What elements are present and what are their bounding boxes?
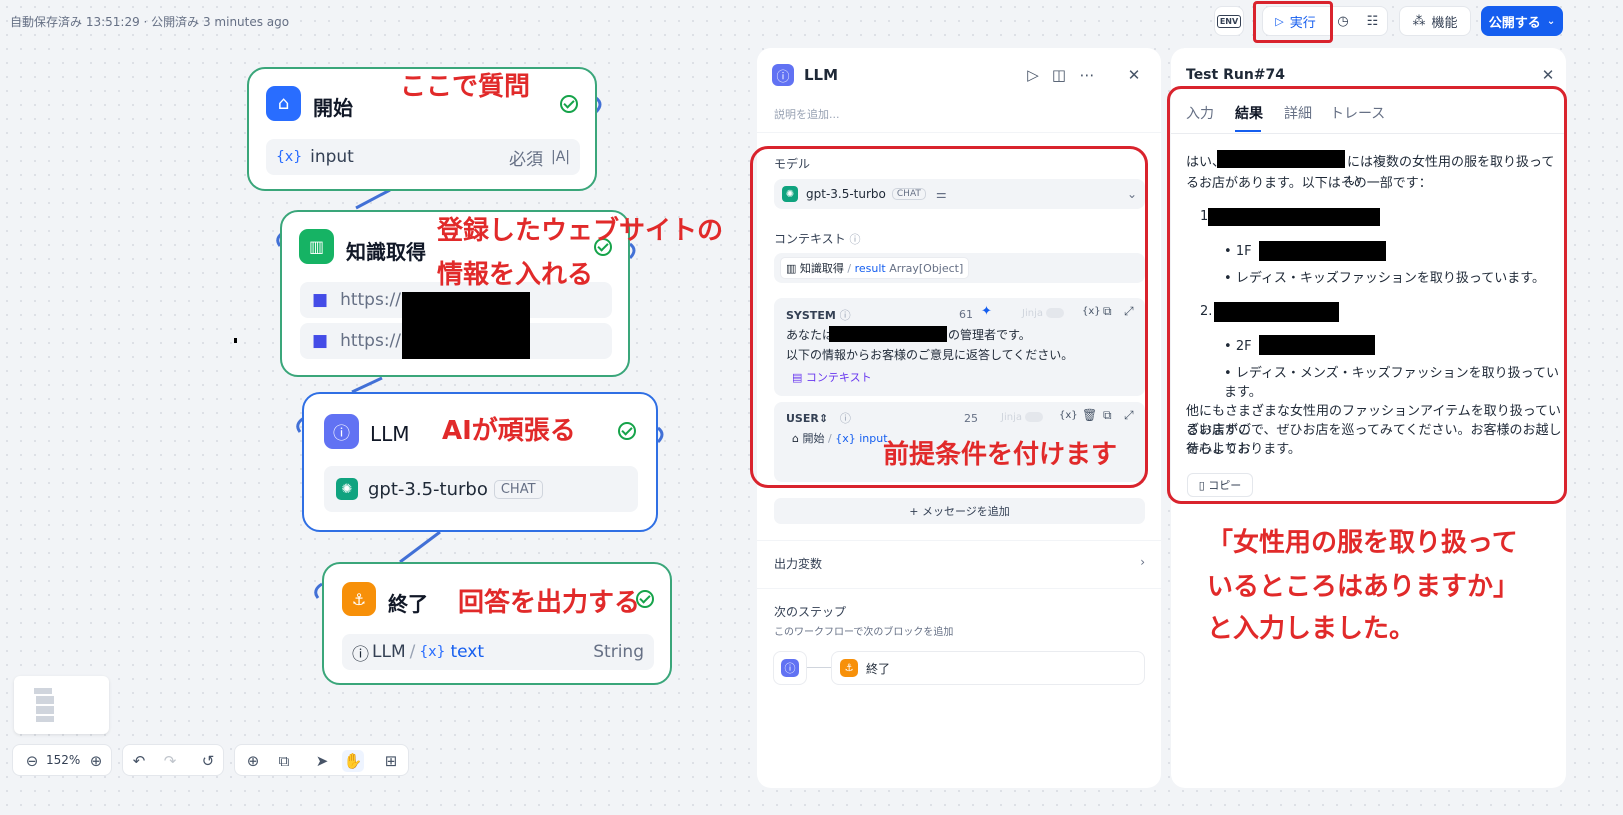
redaction — [402, 292, 530, 359]
version-history-icon[interactable]: ↺ — [197, 750, 219, 772]
result-highlight — [1167, 86, 1567, 504]
end-icon: ⚓ — [342, 582, 376, 616]
text-input-icon: |A| — [550, 149, 570, 165]
llm-icon: ⓘ — [324, 414, 359, 449]
model-row: ✺ gpt-3.5-turbo CHAT — [324, 466, 638, 512]
annotation-start: ここで質問 — [400, 72, 531, 102]
edge-start-knowledge — [355, 188, 391, 210]
run-highlight — [1253, 1, 1333, 43]
output-variables-row[interactable]: 出力変数 › — [774, 555, 1145, 575]
undo-icon[interactable]: ↶ — [128, 750, 150, 772]
home-icon: ⌂ — [266, 86, 301, 121]
variable-icon: {x} — [276, 149, 303, 165]
features-button[interactable]: ⁂ 機能 — [1399, 6, 1471, 36]
folder-icon: ■ — [312, 290, 329, 310]
success-check-icon — [560, 95, 578, 113]
redo-icon[interactable]: ↷ — [159, 750, 181, 772]
pointer-icon[interactable]: ➤ — [311, 750, 333, 772]
features-icon: ⁂ — [1412, 13, 1426, 29]
annotation-result-3: と入力しました。 — [1207, 614, 1416, 644]
plus-icon: + — [909, 504, 919, 518]
checklist-button[interactable]: ☷ — [1358, 6, 1388, 36]
chevron-right-icon: › — [1140, 555, 1145, 569]
llm-icon: ⓘ — [772, 64, 794, 86]
chevron-down-icon: ⌄ — [1546, 15, 1556, 27]
annotation-end: 回答を出力する — [458, 588, 641, 618]
zoom-out-icon[interactable]: ⊖ — [21, 750, 43, 772]
publish-button[interactable]: 公開する ⌄ — [1481, 6, 1563, 36]
panel-title: LLM — [804, 66, 839, 84]
cursor-dot — [234, 338, 237, 343]
add-node-icon[interactable]: ⊕ — [242, 750, 264, 772]
node-end[interactable]: ⚓ 終了 ⓘ LLM / {x} text String — [322, 562, 672, 685]
history-controls: ↶ ↷ ↺ — [122, 744, 224, 776]
next-step-desc: このワークフローで次のブロックを追加 — [774, 627, 954, 638]
current-node-chip: ⓘ — [773, 651, 807, 685]
success-check-icon — [618, 422, 636, 440]
canvas-tools: ⊕ ⧉ ➤ ✋ ⊞ — [234, 744, 409, 776]
add-note-icon[interactable]: ⧉ — [273, 750, 295, 772]
zoom-level[interactable]: 152% — [46, 753, 80, 767]
checklist-icon: ☷ — [1366, 13, 1379, 29]
panel-title: Test Run#74 — [1186, 67, 1286, 83]
llm-small-icon: ⓘ — [352, 644, 369, 665]
history-icon: ◷ — [1337, 13, 1349, 29]
annotation-llm: AIが頑張る — [442, 416, 576, 446]
add-message-button[interactable]: + メッセージを追加 — [774, 498, 1145, 524]
annotation-prompt: 前提条件を付けます — [883, 440, 1118, 470]
variable-row: {x} input 必須 |A| — [266, 139, 580, 175]
annotation-result-2: いるところはありますか」 — [1207, 572, 1520, 602]
book-icon: ▥ — [299, 229, 334, 264]
env-button[interactable]: ENV — [1214, 6, 1244, 36]
end-icon: ⚓ — [840, 659, 858, 677]
node-title: 終了 — [388, 592, 428, 616]
more-icon[interactable]: ⋯ — [1076, 64, 1098, 86]
hand-icon[interactable]: ✋ — [342, 750, 364, 772]
zoom-controls: ⊖ 152% ⊕ — [12, 744, 112, 776]
llm-icon: ⓘ — [781, 659, 799, 677]
close-icon[interactable]: ✕ — [1537, 64, 1559, 86]
zoom-in-icon[interactable]: ⊕ — [85, 750, 107, 772]
next-node-end[interactable]: ⚓ 終了 — [831, 651, 1145, 685]
node-title: 開始 — [313, 96, 353, 120]
split-view-icon[interactable]: ◫ — [1048, 64, 1070, 86]
layout-icon[interactable]: ⊞ — [380, 750, 402, 772]
next-step-label: 次のステップ — [774, 605, 847, 619]
annotation-result-1: 「女性用の服を取り扱って — [1207, 528, 1518, 558]
minimap[interactable] — [14, 676, 109, 734]
run-step-icon[interactable]: ▷ — [1022, 64, 1044, 86]
node-title: 知識取得 — [346, 240, 426, 264]
close-icon[interactable]: ✕ — [1123, 64, 1145, 86]
env-icon: ENV — [1216, 14, 1242, 28]
openai-icon: ✺ — [336, 478, 358, 500]
annotation-knowledge-1: 登録したウェブサイトの — [437, 216, 724, 246]
annotation-knowledge-2: 情報を入れる — [437, 260, 594, 290]
folder-icon: ■ — [312, 331, 329, 351]
output-row: ⓘ LLM / {x} text String — [342, 634, 654, 670]
node-title: LLM — [370, 422, 410, 446]
edge-knowledge-llm — [351, 376, 383, 394]
description-input[interactable]: 説明を追加... — [774, 106, 840, 122]
variable-icon: {x} — [419, 644, 446, 660]
edge-llm-end — [399, 530, 441, 564]
